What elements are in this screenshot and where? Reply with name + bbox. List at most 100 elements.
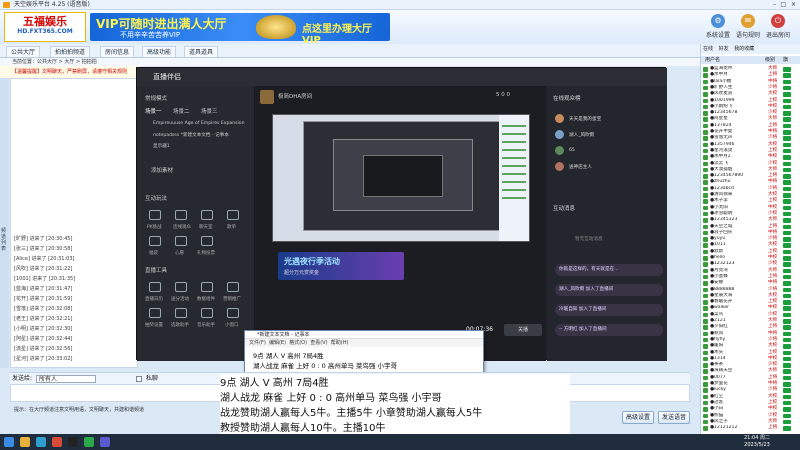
flag-icon [783, 142, 791, 148]
nested-screen [363, 155, 443, 197]
tab-advanced[interactable]: 高级功能 [142, 46, 177, 57]
source-item[interactable]: 显示器1 [153, 143, 170, 149]
flag-icon [783, 98, 791, 103]
stream-app-icon[interactable] [68, 437, 78, 447]
maximize-icon[interactable]: □ [780, 0, 786, 10]
user-avatar-icon [703, 180, 708, 185]
channel-list-side-tab[interactable]: 频道列表 [0, 78, 9, 368]
tab-scene-1[interactable]: 场景一 [145, 107, 162, 115]
user-avatar-icon [703, 375, 708, 381]
flag-icon [783, 325, 791, 330]
notepad-window[interactable]: *新建文本文档 - 记事本 文件(F) 编辑(E) 格式(O) 查看(V) 帮助… [244, 330, 484, 375]
tab-public-hall[interactable]: 公共大厅 [6, 46, 41, 57]
link-icon[interactable] [175, 210, 187, 220]
user-avatar-icon [703, 331, 708, 337]
promo-icon[interactable] [227, 282, 239, 292]
user-avatar-icon [703, 218, 708, 223]
tab-room-info[interactable]: 房间信息 [100, 46, 135, 57]
user-avatar-icon [703, 400, 708, 406]
pk-icon[interactable] [149, 210, 161, 220]
tab-online[interactable]: 在线 [701, 46, 715, 52]
tab-favorites[interactable]: 我的收藏 [732, 46, 756, 52]
viewer-name[interactable]: 天天是我的蛋宝 [569, 116, 601, 122]
chat-app-icon[interactable] [84, 437, 94, 447]
notepad-icon[interactable] [100, 437, 110, 447]
mini-window-icon[interactable] [227, 308, 239, 318]
chat-line: [风吹] 进来了 [20:31:22] [14, 266, 73, 272]
user-avatar-icon [703, 243, 708, 248]
start-icon[interactable] [4, 437, 14, 447]
screen-preview[interactable] [272, 114, 530, 242]
flag-icon [783, 130, 791, 135]
notepad-menu: 文件(F) 编辑(E) 格式(O) 查看(V) 帮助(H) [245, 339, 483, 347]
chat-line: [蓝海] 进来了 [20:31:47] [14, 286, 73, 292]
music-icon[interactable] [227, 210, 239, 220]
user-avatar-icon [703, 325, 708, 330]
menu-edit[interactable]: 编辑(E) [269, 340, 286, 346]
minimize-icon[interactable]: – [773, 0, 776, 10]
menu-view[interactable]: 查看(V) [310, 340, 327, 346]
song-icon[interactable] [175, 308, 187, 318]
flag-icon [783, 344, 791, 349]
send-target-select[interactable]: 所有人 [36, 375, 96, 383]
lottery-icon[interactable] [149, 308, 161, 318]
wish-icon[interactable] [175, 236, 187, 246]
tab-props[interactable]: 道具道具 [184, 46, 219, 57]
user-row[interactable]: ●12121212 上将 [701, 425, 800, 431]
private-checkbox[interactable] [136, 376, 142, 382]
data-icon[interactable] [201, 282, 213, 292]
chat-line: [小明] 进来了 [20:32:30] [14, 326, 73, 332]
system-settings-button[interactable]: ⚙ 系统设置 [704, 14, 732, 42]
add-source-button[interactable]: 添加素材 [151, 166, 173, 174]
viewer-name[interactable]: 送神店主人 [569, 164, 592, 170]
chat-rules-button[interactable]: ✉ 语句规则 [734, 14, 762, 42]
promo-card[interactable]: 光遇夜行季活动 超分万元赏奖金 [278, 252, 404, 280]
flag-icon [783, 92, 791, 97]
vip-ad-banner[interactable]: VIP可随时进出满人大厅 不用辛辛苦苦养VIP 点这里办理大厅VIP [90, 13, 390, 46]
music-helper-icon[interactable] [201, 308, 213, 318]
avatar [260, 90, 274, 104]
avatar [555, 146, 564, 155]
flag-icon [783, 300, 791, 305]
announcement: 【温馨提醒】文明聊天，严禁刷屏，请遵守相关规则 [0, 66, 140, 78]
end-live-button[interactable]: 关播 [504, 324, 542, 336]
window-titlebar: 天空娱乐平台 4.25 (语音版) – □ × [0, 0, 800, 10]
tab-scene-2[interactable]: 场景二 [173, 107, 190, 115]
notepad-line: 9点 湖人 V 高州 7局4胜 [253, 352, 324, 360]
viewer-name[interactable]: 湖人_风吹雨 [569, 132, 594, 138]
flag-icon [783, 211, 791, 217]
menu-file[interactable]: 文件(F) [249, 340, 266, 346]
menu-help[interactable]: 帮助(H) [331, 340, 349, 346]
app-icon[interactable] [52, 437, 62, 447]
user-avatar-icon [703, 148, 708, 154]
viewer-name[interactable]: 65 [569, 148, 575, 153]
user-avatar-icon [703, 211, 708, 217]
browser-icon[interactable] [36, 437, 46, 447]
tab-scene-3[interactable]: 场景三 [201, 107, 218, 115]
close-icon[interactable]: × [791, 0, 796, 10]
flag-icon [783, 186, 791, 192]
activity-icon[interactable] [175, 282, 187, 292]
gift-vote-icon[interactable] [201, 236, 213, 246]
calendar-icon[interactable] [149, 282, 161, 292]
advanced-settings-button[interactable]: 高级设置 [622, 411, 654, 424]
avatar [555, 114, 564, 123]
lucky-bag-icon[interactable] [149, 236, 161, 246]
tab-friends[interactable]: 好友 [717, 46, 731, 52]
vip-emblem-icon [256, 15, 296, 39]
flag-icon [783, 243, 791, 248]
overlay-line: 湖人战龙 麻雀 上好 0 : 0 高州单马 菜鸟强 小宇哥 [220, 393, 442, 404]
exit-room-button[interactable]: ⏻ 退出房间 [764, 14, 792, 42]
menu-format[interactable]: 格式(O) [289, 340, 307, 346]
message-item: 冷暖自知 加入了直播间 [555, 304, 663, 316]
folder-icon[interactable] [20, 437, 30, 447]
chat-log[interactable]: [旷野] 进来了 [20:30:45] [张三] 进来了 [20:30:58] … [10, 78, 138, 368]
flag-icon [783, 394, 791, 400]
source-item[interactable]: Empireuuuse Age of Empires Expansion [153, 121, 245, 126]
scene-mode[interactable]: 常规模式 [145, 94, 167, 102]
chatroom-icon[interactable] [201, 210, 213, 220]
source-item[interactable]: notepadsss *新建文本文档 - 记事本 [153, 132, 229, 138]
send-voice-button[interactable]: 发送语音 [658, 411, 690, 424]
tab-channel[interactable]: 拍拍拍频道 [50, 46, 91, 57]
user-avatar-icon [703, 123, 708, 129]
